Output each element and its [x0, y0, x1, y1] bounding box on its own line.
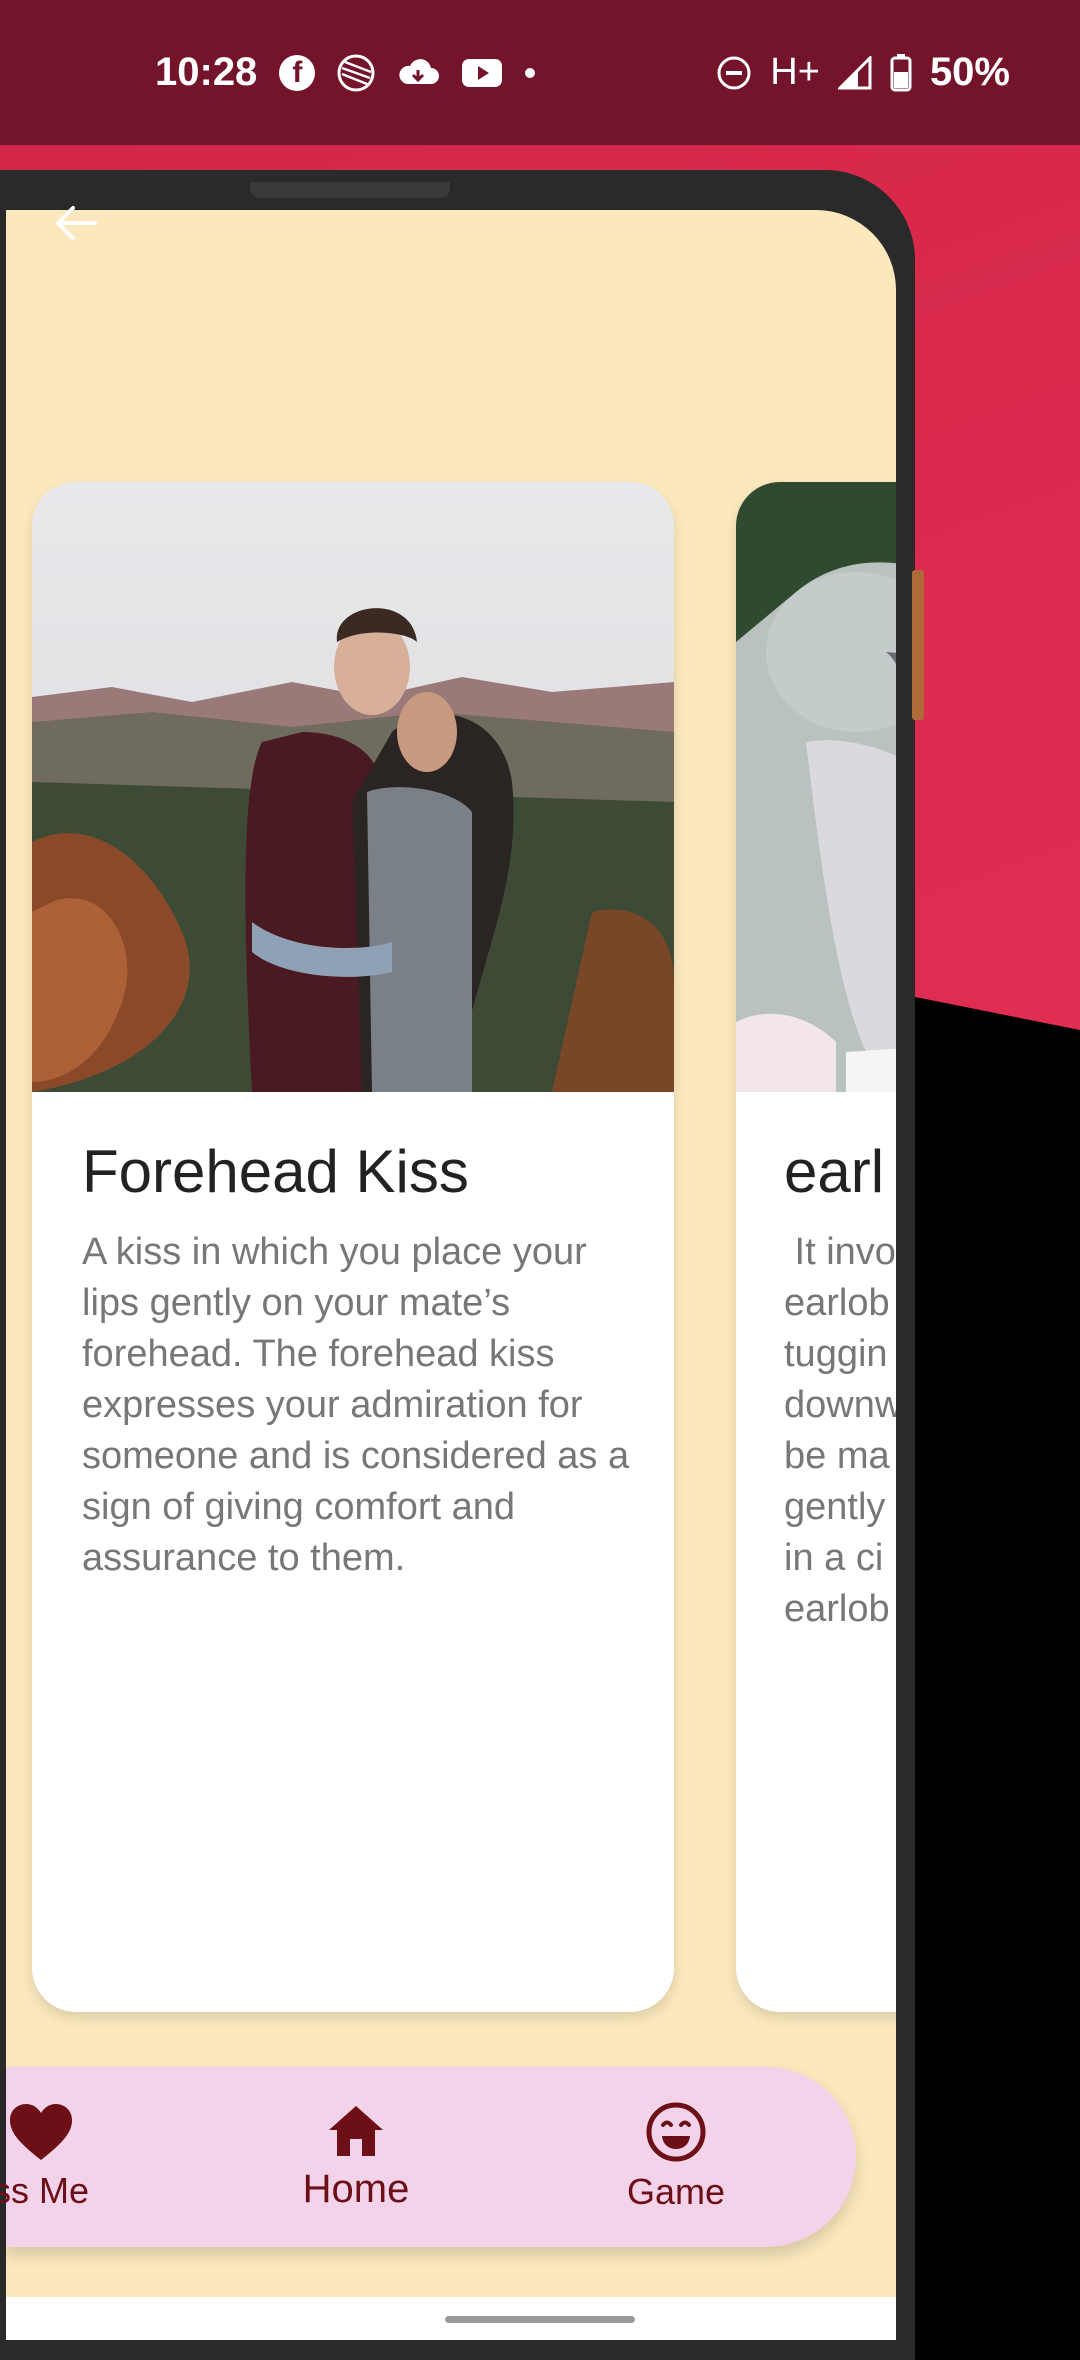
card-description-line: It invo — [784, 1231, 896, 1273]
card-description-line: downw — [784, 1384, 896, 1426]
nav-label: Home — [302, 2166, 410, 2211]
status-time: 10:28 — [155, 50, 258, 94]
card-title: earl — [784, 1138, 885, 1205]
status-icons-left: f — [279, 54, 536, 92]
card-description: A kiss in which you place your lips gent… — [82, 1231, 630, 1579]
home-indicator[interactable] — [445, 2316, 635, 2323]
card-description-line: be ma — [784, 1435, 890, 1477]
card-description: It invo earlob tuggin downw be ma gently… — [784, 1227, 896, 1635]
cloud-icon — [397, 58, 440, 88]
app-screen: Forehead Kiss A kiss in which you place … — [6, 210, 896, 2340]
network-type: H+ — [770, 51, 820, 93]
facebook-icon: f — [279, 54, 316, 91]
nav-game[interactable]: Game — [576, 2067, 776, 2247]
nav-label: ss Me — [0, 2170, 89, 2211]
back-arrow-icon — [56, 206, 97, 240]
smiley-icon — [646, 2102, 706, 2162]
signal-icon — [837, 55, 872, 90]
phone-speaker — [250, 182, 450, 198]
back-button[interactable] — [48, 195, 104, 251]
card-photo — [736, 482, 896, 1092]
dnd-icon — [716, 55, 752, 91]
youtube-icon — [461, 57, 503, 89]
notification-dot-icon — [525, 67, 536, 78]
status-icons-right: H+ 50% — [716, 50, 1010, 95]
card-title: Forehead Kiss — [82, 1138, 469, 1205]
sphere-app-icon — [337, 54, 375, 92]
kiss-card-next[interactable]: earl It invo earlob tuggin downw be ma g… — [736, 482, 896, 2012]
card-description-line: in a ci — [784, 1537, 884, 1579]
card-description-line: earlob — [784, 1588, 890, 1630]
battery-percent: 50% — [929, 50, 1010, 94]
card-description-line: tuggin — [784, 1333, 888, 1375]
battery-icon — [890, 53, 912, 92]
nav-home[interactable]: Home — [256, 2067, 456, 2247]
nav-kiss-me[interactable]: ss Me — [0, 2067, 146, 2247]
nav-label: Game — [626, 2171, 726, 2212]
card-description-line: earlob — [784, 1282, 890, 1324]
card-description-line: gently — [784, 1486, 886, 1528]
phone-side-button — [912, 570, 924, 720]
heart-icon — [10, 2104, 72, 2160]
bottom-nav: ss Me Home Game — [0, 2067, 856, 2247]
card-photo — [32, 482, 674, 1092]
status-bar: 10:28 f H+ 50% — [0, 0, 1080, 145]
kiss-card[interactable]: Forehead Kiss A kiss in which you place … — [32, 482, 674, 2012]
home-icon — [329, 2105, 383, 2156]
